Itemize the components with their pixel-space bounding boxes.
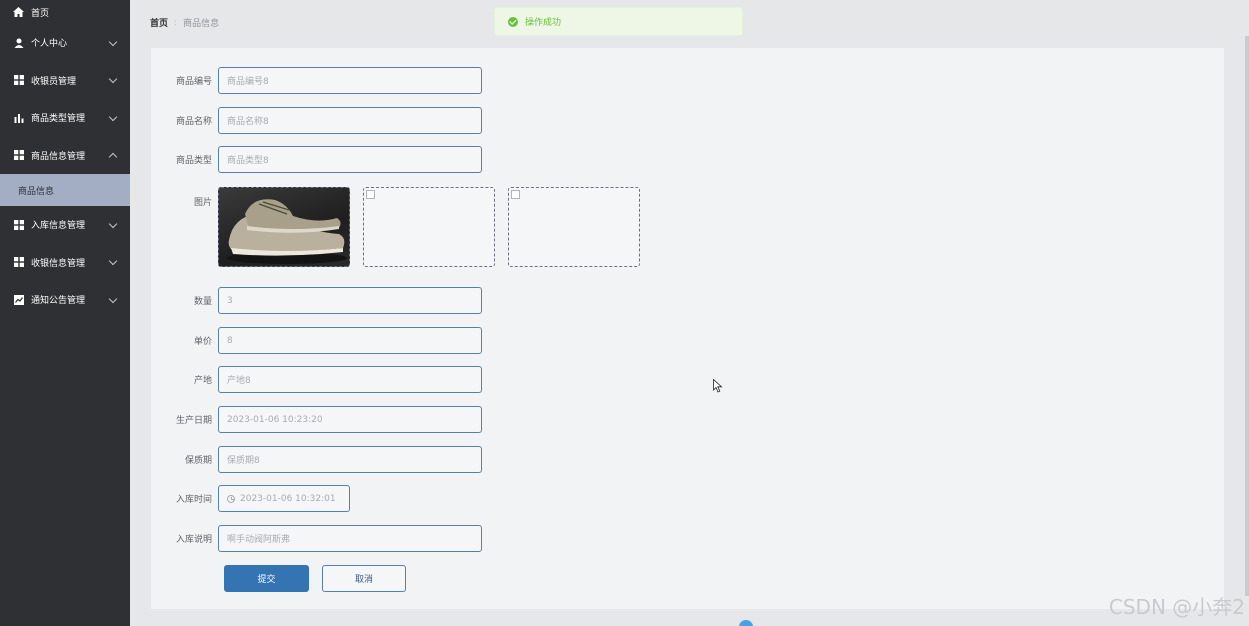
form-row-type: 商品类型 商品类型8: [151, 146, 482, 173]
input-value: 啊手动阀阿斯弗: [227, 535, 291, 545]
product-code-input[interactable]: 商品编号8: [218, 67, 482, 94]
chevron-up-icon: [108, 153, 118, 162]
submit-button[interactable]: 提交: [224, 565, 309, 592]
grid-icon: [13, 75, 24, 86]
origin-input[interactable]: 产地8: [218, 366, 482, 393]
chevron-down-icon: [108, 112, 118, 121]
form-row-price: 单价 8: [151, 327, 482, 354]
field-label: 生产日期: [175, 416, 212, 426]
sidebar-item-label: 收银员管理: [31, 76, 77, 87]
field-label: 数量: [193, 297, 212, 307]
sidebar-item-label: 收银信息管理: [31, 258, 86, 269]
chevron-down-icon: [108, 257, 118, 266]
breadcrumb-home[interactable]: 首页: [150, 16, 168, 29]
sidebar-item-label: 商品类型管理: [31, 114, 86, 125]
product-image-3[interactable]: [508, 187, 640, 267]
toast-message: 操作成功: [525, 18, 562, 28]
input-value: 3: [227, 295, 233, 306]
field-label: 商品类型: [175, 156, 212, 166]
sidebar-subitem-label: 商品信息: [18, 186, 55, 197]
form-row-shelf-life: 保质期 保质期8: [151, 446, 482, 473]
sidebar-item-label: 首页: [31, 8, 50, 19]
breadcrumb-separator: :: [174, 17, 178, 28]
sidebar-item-product-info[interactable]: 商品信息管理: [0, 137, 130, 175]
input-value: 商品名称8: [227, 117, 269, 127]
watermark: CSDN @小奔2: [1108, 595, 1245, 619]
field-label: 图片: [193, 198, 212, 208]
field-label: 产地: [193, 376, 212, 386]
field-label: 商品编号: [175, 77, 212, 87]
scroll-indicator[interactable]: [739, 620, 753, 626]
chevron-down-icon: [108, 37, 118, 46]
sidebar-item-cashier[interactable]: 收银员管理: [0, 62, 130, 100]
quantity-input[interactable]: 3: [218, 287, 482, 314]
grid-icon: [13, 257, 24, 268]
mouse-cursor-icon: [713, 379, 723, 393]
form-row-code: 商品编号 商品编号8: [151, 67, 482, 94]
unit-price-input[interactable]: 8: [218, 327, 482, 354]
input-value: 8: [227, 335, 233, 346]
sidebar-item-label: 通知公告管理: [31, 296, 86, 307]
sidebar-item-notice[interactable]: 通知公告管理: [0, 281, 130, 319]
product-form-card: 商品编号 商品编号8 商品名称 商品名称8 商品类型 商品类型8 图片 数量 3…: [150, 47, 1225, 610]
form-row-name: 商品名称 商品名称8: [151, 107, 482, 134]
bar-chart-icon: [13, 112, 24, 123]
breadcrumb: 首页 : 商品信息: [150, 16, 220, 30]
product-image-2[interactable]: [363, 187, 495, 267]
sidebar: 首页 个人中心 收银员管理 商品类型管理 商品信息管理 商品信息 入库信息管理 …: [0, 0, 130, 626]
input-value: 产地8: [227, 376, 251, 386]
sidebar-item-product-type[interactable]: 商品类型管理: [0, 99, 130, 137]
field-label: 入库说明: [175, 535, 212, 545]
field-label: 入库时间: [175, 495, 212, 505]
user-icon: [13, 37, 24, 48]
input-value: 商品类型8: [227, 156, 269, 166]
sneaker-photo: [227, 199, 347, 264]
form-row-origin: 产地 产地8: [151, 366, 482, 393]
check-circle-icon: [508, 16, 518, 27]
form-row-prod-date: 生产日期 2023-01-06 10:23:20: [151, 406, 482, 433]
field-label: 保质期: [184, 456, 212, 466]
sidebar-item-stock-in[interactable]: 入库信息管理: [0, 206, 130, 244]
input-value: 保质期8: [227, 456, 260, 466]
sidebar-item-home[interactable]: 首页: [0, 0, 130, 24]
broken-image-icon: [366, 190, 375, 199]
production-date-input[interactable]: 2023-01-06 10:23:20: [218, 406, 482, 433]
form-row-images: 图片: [151, 187, 653, 267]
success-toast: 操作成功: [494, 7, 743, 36]
cancel-button[interactable]: 取消: [322, 565, 406, 592]
sidebar-item-label: 商品信息管理: [31, 151, 86, 162]
clock-icon: [227, 494, 235, 503]
field-label: 单价: [193, 337, 212, 347]
home-icon: [13, 7, 24, 18]
broken-image-icon: [511, 190, 520, 199]
stock-in-note-input[interactable]: 啊手动阀阿斯弗: [218, 525, 482, 552]
form-row-in-time: 入库时间 2023-01-06 10:32:01: [151, 485, 350, 512]
product-type-input[interactable]: 商品类型8: [218, 146, 482, 173]
grid-icon: [13, 150, 24, 161]
line-chart-icon: [13, 294, 24, 305]
input-value: 商品编号8: [227, 77, 269, 87]
sidebar-subitem-product-info[interactable]: 商品信息: [0, 174, 130, 206]
chevron-down-icon: [108, 294, 118, 303]
product-image-1[interactable]: [218, 187, 350, 267]
form-row-in-note: 入库说明 啊手动阀阿斯弗: [151, 525, 482, 552]
input-value: 2023-01-06 10:23:20: [227, 414, 323, 425]
sidebar-item-label: 入库信息管理: [31, 221, 86, 232]
sidebar-item-cashier-info[interactable]: 收银信息管理: [0, 244, 130, 282]
input-value: 2023-01-06 10:32:01: [240, 493, 336, 504]
product-name-input[interactable]: 商品名称8: [218, 107, 482, 134]
breadcrumb-current: 商品信息: [183, 19, 220, 29]
chevron-down-icon: [108, 75, 118, 84]
sidebar-item-label: 个人中心: [31, 39, 68, 50]
topbar: 首页 : 商品信息 操作成功: [130, 0, 1249, 44]
form-row-quantity: 数量 3: [151, 287, 482, 314]
grid-icon: [13, 219, 24, 230]
shelf-life-input[interactable]: 保质期8: [218, 446, 482, 473]
stock-in-time-picker[interactable]: 2023-01-06 10:32:01: [218, 485, 350, 512]
chevron-down-icon: [108, 219, 118, 228]
field-label: 商品名称: [175, 117, 212, 127]
scrollbar[interactable]: [1245, 36, 1249, 596]
sidebar-item-personal-center[interactable]: 个人中心: [0, 24, 130, 62]
